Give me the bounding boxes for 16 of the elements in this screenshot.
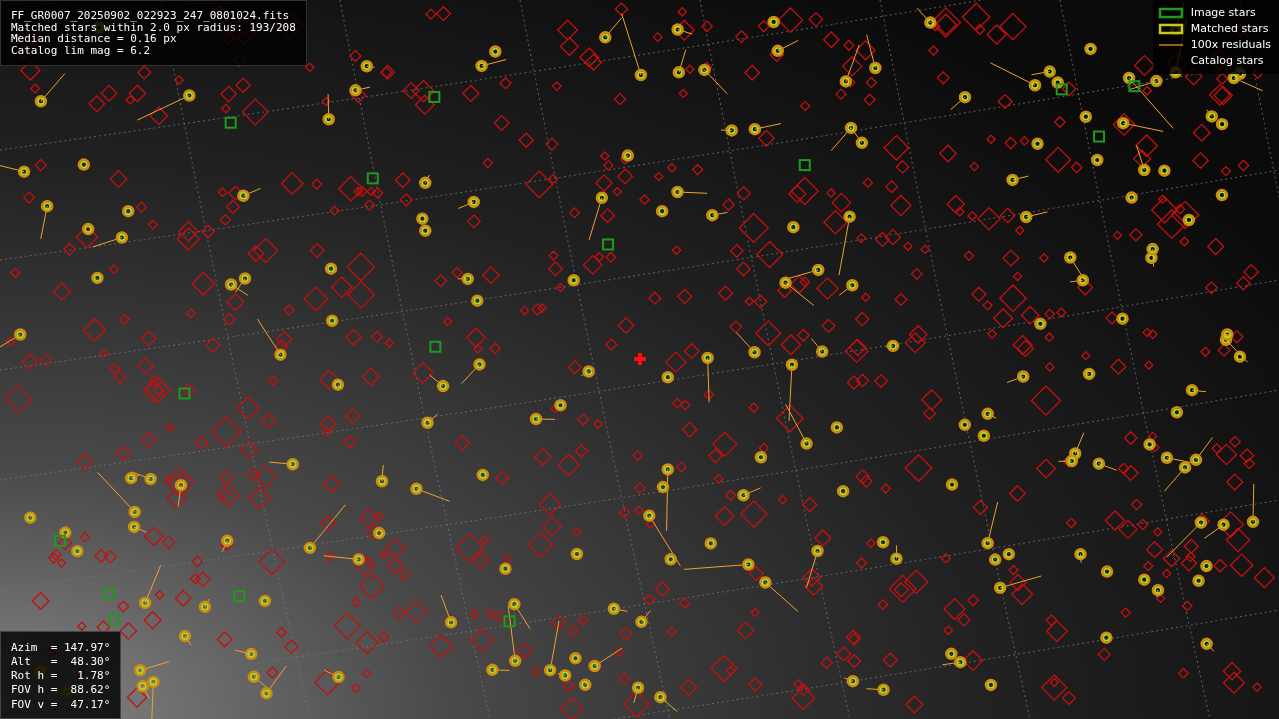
image-star-key-icon <box>1157 7 1184 19</box>
info-text: Matched stars within 2.0 px radius: 193/208 <box>11 21 296 33</box>
pointing-text: Azim = 147.97° <box>11 640 111 655</box>
pointing-text: Rot h = 1.78° <box>11 669 111 684</box>
pointing-text: FOV v = 47.17° <box>11 697 111 712</box>
legend-label: Catalog stars <box>1190 53 1264 69</box>
legend-label: Image stars <box>1190 5 1256 21</box>
info-text: FF_GR0007_20250902_022923_247_0801024.fits <box>11 10 291 22</box>
legend-label: 100x residuals <box>1190 37 1271 53</box>
info-text: Median distance = 0.16 px <box>11 33 177 45</box>
matched-star-key-icon <box>1157 23 1184 35</box>
info-text: Catalog lim mag = 6.2 <box>11 44 152 56</box>
center-cross-icon <box>632 351 648 367</box>
legend-label: Matched stars <box>1190 21 1269 37</box>
pointing-text: Alt = 48.30° <box>11 654 111 670</box>
pointing-text: FOV h = 88.62° <box>11 683 111 698</box>
